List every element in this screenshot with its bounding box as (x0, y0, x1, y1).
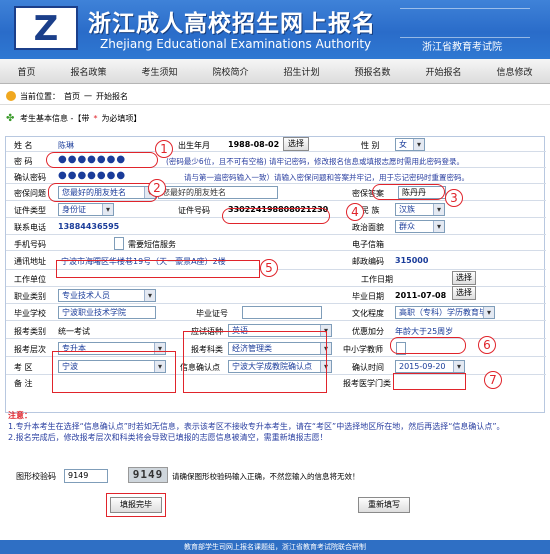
annotation-idno (222, 208, 330, 224)
name-value: 陈琳 (58, 141, 74, 150)
marker-2: 2 (148, 179, 166, 197)
captcha-image: 9149 (128, 467, 168, 483)
annotation-address (56, 260, 260, 278)
job-select[interactable]: 专业技术人员 (58, 289, 156, 302)
birth-value: 1988-08-02 (228, 140, 280, 149)
nav-policy[interactable]: 报名政策 (70, 65, 106, 78)
form-row: 毕业学校 宁波职业技术学院 毕业证号 文化程度 高职（专科）学历教育毕业 (6, 304, 546, 321)
grad-date-select-button[interactable]: 选择 (452, 286, 476, 300)
politics-select[interactable]: 群众 (395, 220, 445, 233)
marker-7: 7 (484, 371, 502, 389)
location-icon (6, 91, 16, 101)
submit-button[interactable]: 填报完毕 (110, 497, 162, 513)
gender-select[interactable]: 女 (395, 138, 425, 151)
bonus-select[interactable]: 年龄大于25周岁 (395, 326, 453, 337)
sms-checkbox[interactable] (114, 237, 124, 250)
form-row: 手机号码 需要短信服务 电子信箱 (6, 235, 546, 251)
marker-5: 5 (260, 259, 278, 277)
grad-date-value: 2011-07-08 (395, 291, 447, 300)
nav-home[interactable]: 首页 (17, 65, 35, 78)
marker-6: 6 (478, 336, 496, 354)
reset-button[interactable]: 重新填写 (358, 497, 410, 513)
breadcrumb-current: 开始报名 (96, 91, 128, 101)
breadcrumb-home[interactable]: 首页 (64, 91, 80, 102)
nation-select[interactable]: 汉族 (395, 203, 445, 216)
nav-notice[interactable]: 考生须知 (141, 65, 177, 78)
annotation-time (393, 373, 466, 390)
work-date-select-button[interactable]: 选择 (452, 271, 476, 285)
confirm-time-select[interactable]: 2015-09-20 (395, 360, 465, 373)
cert-input[interactable] (242, 306, 322, 319)
leaf-icon: ✤ (6, 112, 15, 124)
school-input[interactable]: 宁波职业技术学院 (58, 306, 156, 319)
annotation-question (48, 183, 158, 202)
captcha-hint: 请确保图形校验码输入正确，不然您输入的信息将无效！ (172, 472, 360, 481)
birth-select-button[interactable]: 选择 (283, 137, 309, 151)
breadcrumb: 当前位置： 首页 一 开始报名 (0, 88, 550, 105)
annotation-password (46, 152, 158, 168)
site-title: 浙江成人高校招生网上报名 (88, 10, 376, 37)
department-name: 浙江省教育考试院 (422, 42, 502, 53)
phone-input[interactable]: 13884436595 (58, 222, 119, 231)
nav-register[interactable]: 开始报名 (425, 65, 461, 78)
marker-3: 3 (445, 189, 463, 207)
id-type-select[interactable]: 身份证 (58, 203, 114, 216)
confirm-password-input[interactable]: ●●●●●●● (58, 170, 126, 181)
annotation-bonus (390, 337, 466, 354)
section-title: ✤ 考生基本信息 -【带 * 为必填项】 (6, 112, 142, 124)
marker-1: 1 (155, 140, 173, 158)
site-banner: Z 浙江成人高校招生网上报名 Zhejiang Educational Exam… (0, 0, 550, 59)
banner-decoration (400, 8, 530, 38)
zheda-logo: Z (14, 6, 78, 50)
nav-prereg[interactable]: 预报名数 (354, 65, 390, 78)
confirm-hint: 请与第一遍密码输入一致）请输入密保问题和答案并牢记，用于忘记密码时重置密码。 (184, 173, 469, 182)
note-1: 1.专升本考生在选择“信息确认点”时若如无信息，表示该考区不接收专升本考生，请在… (8, 422, 505, 431)
education-select[interactable]: 高职（专科）学历教育毕业 (395, 306, 495, 319)
annotation-answer (372, 184, 445, 200)
zip-input[interactable]: 315000 (395, 256, 428, 265)
form-row: 姓 名 陈琳 出生年月 1988-08-02 选择 性 别 女 (6, 137, 546, 152)
annotation-level-box (52, 351, 176, 393)
nav-colleges[interactable]: 院校简介 (212, 65, 248, 78)
footer: 教育部学生司网上报名课题组，浙江省教育考试院联合研制 (0, 540, 550, 554)
main-nav: 首页 报名政策 考生须知 院校简介 招生计划 预报名数 开始报名 信息修改 (0, 59, 550, 84)
security-question-text[interactable]: 您最好的朋友姓名 (158, 186, 278, 199)
marker-4: 4 (346, 203, 364, 221)
form-row: 职业类别 专业技术人员 毕业日期 2011-07-08 选择 (6, 286, 546, 304)
notes: 注意： 1.专升本考生在选择“信息确认点”时若如无信息，表示该考区不接收专升本考… (8, 410, 543, 443)
exam-kind-value: 统一考试 (58, 327, 90, 336)
annotation-exam-box (183, 331, 327, 393)
nav-plan[interactable]: 招生计划 (283, 65, 319, 78)
site-title-en: Zhejiang Educational Examinations Author… (100, 37, 372, 51)
note-2: 2.报名完成后，修改报考层次和科类将会导致已填报的志愿信息被清空，需重新填报志愿… (8, 433, 328, 442)
captcha-label: 图形校验码 (16, 472, 56, 481)
nav-modify[interactable]: 信息修改 (496, 65, 532, 78)
password-hint: (密码最少6位，且不可有空格) 请牢记密码，修改报名信息或填报志愿时需用此密码登… (166, 157, 465, 166)
form-row: 确认密码 ●●●●●●● 请与第一遍密码输入一致）请输入密保问题和答案并牢记，用… (6, 168, 546, 184)
captcha-input[interactable]: 9149 (64, 469, 108, 483)
